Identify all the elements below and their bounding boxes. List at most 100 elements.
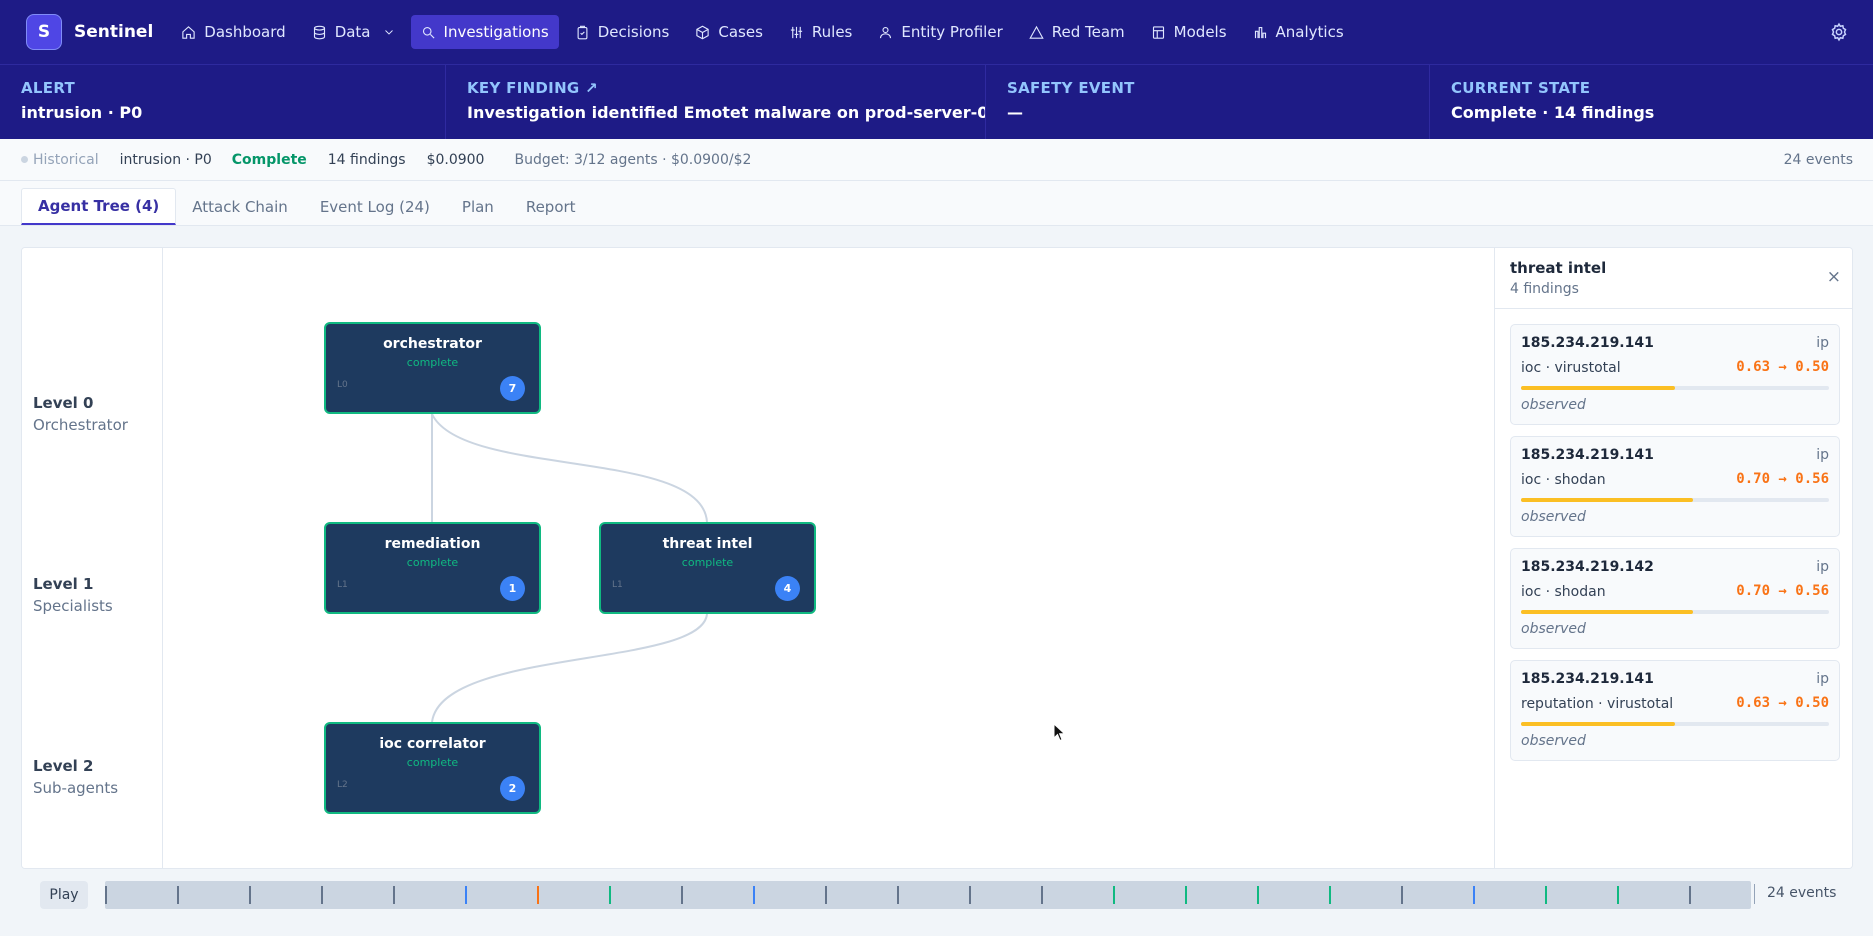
timeline-track[interactable] [105,881,1751,909]
timeline-event-tick[interactable] [249,886,251,904]
node-status: complete [406,556,459,569]
nav-investigations[interactable]: Investigations [410,15,559,49]
nav-label: Red Team [1051,23,1125,41]
event-count: 24 events [1783,151,1853,168]
timeline-event-tick[interactable] [537,886,539,904]
nav-label: Investigations [443,23,549,41]
timeline-event-tick[interactable] [1113,886,1115,904]
play-button[interactable]: Play [40,881,88,909]
nav-analytics[interactable]: Analytics [1243,15,1354,49]
node-finding-count: 4 [775,576,800,601]
timeline-event-tick[interactable] [825,886,827,904]
nav-label: Decisions [597,23,670,41]
finding-ip: 185.234.219.142 [1521,559,1654,575]
bar-chart-icon [1254,26,1266,38]
tab-bar: Agent Tree (4) Attack Chain Event Log (2… [0,181,1873,226]
nav-entity-profiler[interactable]: Entity Profiler [868,15,1012,49]
timeline-event-tick[interactable] [1257,886,1259,904]
findings-count: 14 findings [327,151,406,168]
sliders-icon [790,26,803,38]
alert-summary: ALERT intrusion · P0 [0,65,446,139]
nav-models[interactable]: Models [1141,15,1237,49]
state-badge: Complete [231,151,307,168]
nav-data[interactable]: Data [302,15,405,49]
finding-card[interactable]: 185.234.219.141 ip ioc · virustotal 0.63… [1510,324,1840,425]
confidence-bar [1521,610,1829,614]
agent-node-orchestrator[interactable]: orchestrator complete L0 7 [324,322,541,414]
alert-text: intrusion · P0 [119,151,212,168]
user-icon [880,26,892,38]
home-icon [182,25,195,39]
panel-header: threat intel 4 findings × [1495,248,1852,309]
finding-ip: 185.234.219.141 [1521,335,1654,351]
tab-plan[interactable]: Plan [446,188,510,225]
timeline-event-tick[interactable] [1689,886,1691,904]
timeline-event-tick[interactable] [1185,886,1187,904]
finding-card[interactable]: 185.234.219.141 ip reputation · virustot… [1510,660,1840,761]
agent-node-ioc-correlator[interactable]: ioc correlator complete L2 2 [324,722,541,814]
tab-agent-tree[interactable]: Agent Tree (4) [21,188,177,225]
tab-report[interactable]: Report [510,188,592,225]
event-timeline: Play 24 events [21,875,1853,915]
node-finding-count: 1 [500,576,525,601]
timeline-event-tick[interactable] [1473,886,1475,904]
key-finding-label[interactable]: KEY FINDING ↗ [467,79,985,97]
timeline-event-tick[interactable] [897,886,899,904]
nav-dashboard[interactable]: Dashboard [171,15,295,49]
safety-event-summary: SAFETY EVENT — [986,65,1430,139]
alert-label: ALERT [21,79,76,97]
finding-score: 0.70 → 0.56 [1736,583,1829,599]
close-icon[interactable]: × [1827,267,1841,287]
agent-node-threat-intel[interactable]: threat intel complete L1 4 [599,522,816,614]
finding-ip: 185.234.219.141 [1521,671,1654,687]
confidence-bar [1521,386,1829,390]
agent-node-remediation[interactable]: remediation complete L1 1 [324,522,541,614]
tab-event-log[interactable]: Event Log (24) [304,188,446,225]
node-status: complete [406,756,459,769]
key-finding-summary[interactable]: KEY FINDING ↗ Investigation identified E… [446,65,986,139]
app-name[interactable]: Sentinel [74,22,153,42]
finding-state: observed [1521,621,1586,637]
tab-attack-chain[interactable]: Attack Chain [176,188,304,225]
finding-source: ioc · shodan [1521,472,1606,488]
timeline-event-tick[interactable] [177,886,179,904]
historical-dot [21,156,28,163]
database-icon [313,25,325,39]
finding-card[interactable]: 185.234.219.141 ip ioc · shodan 0.70 → 0… [1510,436,1840,537]
timeline-event-tick[interactable] [1329,886,1331,904]
top-nav: S Sentinel Dashboard Data Investigations… [0,0,1873,64]
timeline-event-tick[interactable] [753,886,755,904]
nav-label: Analytics [1275,23,1344,41]
timeline-event-tick[interactable] [465,886,467,904]
nav-cases[interactable]: Cases [685,15,773,49]
finding-card[interactable]: 185.234.219.142 ip ioc · shodan 0.70 → 0… [1510,548,1840,649]
timeline-event-tick[interactable] [609,886,611,904]
panel-subtitle: 4 findings [1510,281,1579,297]
nav-rules[interactable]: Rules [779,15,862,49]
node-level: L1 [337,580,348,590]
timeline-event-tick[interactable] [1545,886,1547,904]
timeline-event-tick[interactable] [1041,886,1043,904]
timeline-event-tick[interactable] [1401,886,1403,904]
agent-tree-canvas[interactable]: Level 0 Orchestrator Level 1 Specialists… [21,247,1853,869]
settings-button[interactable] [1829,22,1849,42]
layout-icon [1152,25,1164,39]
nav-label: Entity Profiler [901,23,1003,41]
finding-type: ip [1816,671,1829,687]
nav-red-team[interactable]: Red Team [1019,15,1135,49]
timeline-event-tick[interactable] [681,886,683,904]
timeline-event-tick[interactable] [105,886,107,904]
timeline-event-tick[interactable] [393,886,395,904]
node-level: L0 [337,380,348,390]
timeline-event-tick[interactable] [1617,886,1619,904]
finding-score: 0.70 → 0.56 [1736,471,1829,487]
app-logo[interactable]: S [26,14,62,50]
finding-score: 0.63 → 0.50 [1736,695,1829,711]
nav-decisions[interactable]: Decisions [565,15,680,49]
confidence-bar-fill [1521,498,1694,502]
agent-detail-panel: threat intel 4 findings × 185.234.219.14… [1494,248,1852,868]
timeline-event-tick[interactable] [969,886,971,904]
timeline-event-tick[interactable] [321,886,323,904]
finding-type: ip [1816,447,1829,463]
box-icon [696,25,710,39]
